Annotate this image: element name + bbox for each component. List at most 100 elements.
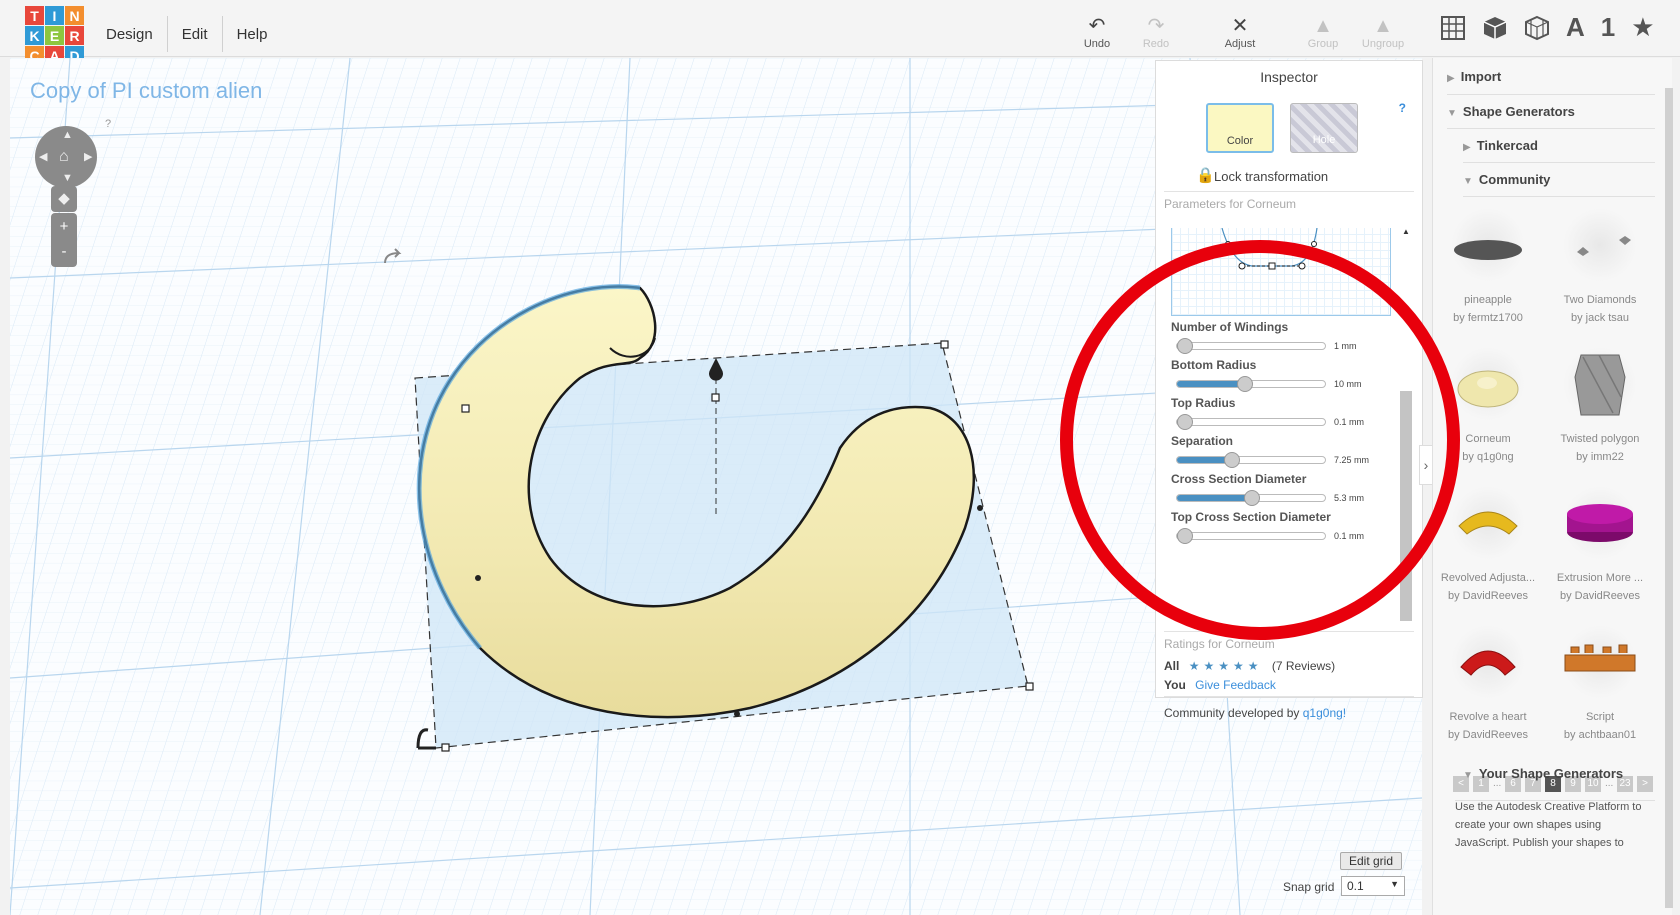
pan-up-icon[interactable]: ▲: [62, 129, 73, 141]
shape-card-pineapple[interactable]: pineapple by fermtz1700: [1433, 208, 1543, 338]
divider: [1164, 191, 1414, 192]
shape-card-revolved-adjustable[interactable]: Revolved Adjusta... by DavidReeves: [1433, 486, 1543, 616]
rating-stars[interactable]: ★★★★★: [1189, 659, 1263, 673]
shape-card-twisted-polygon[interactable]: Twisted polygon by imm22: [1545, 347, 1655, 477]
inspector-help-link[interactable]: ?: [1399, 101, 1406, 115]
shape-author: by DavidReeves: [1559, 590, 1641, 602]
logo-letter: E: [45, 26, 64, 45]
shape-card-extrusion-more[interactable]: Extrusion More ... by DavidReeves: [1545, 486, 1655, 616]
snap-grid-select[interactable]: 0.1 ▼: [1341, 876, 1405, 896]
chevron-right-icon: ▶: [1447, 73, 1455, 84]
number-tool-icon[interactable]: 1: [1601, 12, 1615, 43]
shape-author: by DavidReeves: [1447, 590, 1529, 602]
view-toolbar: A 1 ★: [1440, 12, 1655, 43]
shape-name: pineapple: [1464, 294, 1512, 306]
zoom-controls: + -: [51, 213, 77, 267]
red-highlight-circle: [1060, 240, 1460, 640]
ungroup-icon: ▲: [1373, 15, 1393, 37]
your-shape-generators-label: Your Shape Generators: [1478, 766, 1624, 781]
menu-help[interactable]: Help: [223, 16, 282, 52]
view-navigation-ring[interactable]: ▲ ▼ ◀ ▶ ⌂: [35, 126, 97, 188]
pan-right-icon[interactable]: ▶: [84, 150, 92, 163]
resize-handle[interactable]: [1025, 682, 1034, 691]
shape-name: Revolved Adjusta...: [1440, 572, 1536, 584]
sidebar-community-label: Community: [1478, 172, 1551, 187]
logo-letter: K: [25, 26, 44, 45]
shape-name: Two Diamonds: [1563, 294, 1637, 306]
resize-handle[interactable]: [441, 743, 450, 752]
star-icon[interactable]: ★: [1631, 12, 1654, 43]
divider: [1463, 196, 1655, 197]
shape-thumbnail: [1451, 347, 1525, 421]
hole-swatch-button[interactable]: Hole: [1290, 103, 1358, 153]
color-swatch-button[interactable]: Color: [1206, 103, 1274, 153]
edge-handle[interactable]: [734, 711, 740, 717]
wireframe-icon[interactable]: [1524, 15, 1550, 41]
grid-view-icon[interactable]: [1440, 15, 1466, 41]
pagination-button[interactable]: >: [1637, 776, 1653, 792]
shape-author: by imm22: [1576, 451, 1624, 463]
pan-left-icon[interactable]: ◀: [39, 150, 47, 163]
pan-down-icon[interactable]: ▼: [62, 172, 73, 184]
undo-label: Undo: [1083, 38, 1111, 50]
ortho-view-icon[interactable]: ◆: [51, 186, 77, 212]
zoom-out-button[interactable]: -: [51, 240, 77, 267]
tinkercad-logo[interactable]: T I N K E R C A D: [25, 6, 85, 66]
shape-thumbnail: [1451, 486, 1525, 560]
sidebar-import[interactable]: ▶ Import: [1447, 69, 1501, 84]
sidebar-community[interactable]: ▼ Community: [1463, 172, 1550, 187]
shape-card-script[interactable]: Script by achtbaan01: [1545, 625, 1655, 755]
divider: [1447, 94, 1655, 95]
edit-grid-button[interactable]: Edit grid: [1340, 852, 1403, 870]
logo-letter: I: [45, 6, 64, 25]
main-menu: Design Edit Help: [92, 16, 281, 52]
shape-name: Revolve a heart: [1449, 711, 1527, 723]
ratings-all-row: All ★★★★★ (7 Reviews): [1164, 659, 1335, 673]
chevron-down-icon: ▼: [1463, 176, 1473, 187]
nav-help-link[interactable]: ?: [105, 118, 111, 130]
text-tool-icon[interactable]: A: [1566, 12, 1585, 43]
shape-thumbnail: [1451, 208, 1525, 282]
sidebar-tinkercad[interactable]: ▶ Tinkercad: [1463, 138, 1538, 153]
community-author-link[interactable]: q1g0ng!: [1303, 706, 1346, 720]
chevron-down-icon: ▼: [1463, 770, 1473, 781]
shape-thumbnail: [1563, 208, 1637, 282]
resize-handle[interactable]: [940, 340, 949, 349]
lock-transformation-toggle[interactable]: 🔒 Lock transformation: [1196, 167, 1329, 184]
adjust-label: Adjust: [1224, 38, 1256, 50]
menu-edit[interactable]: Edit: [168, 16, 223, 52]
sidebar-your-shape-generators[interactable]: ▼ Your Shape Generators: [1463, 766, 1623, 781]
resize-handle[interactable]: [461, 404, 470, 413]
top-bar: T I N K E R C A D Design Edit Help ↶ Und…: [0, 0, 1680, 65]
home-view-icon[interactable]: ⌂: [59, 148, 69, 166]
sidebar-import-label: Import: [1460, 69, 1502, 84]
zoom-in-button[interactable]: +: [51, 213, 77, 240]
ungroup-button[interactable]: ▲ Ungroup: [1353, 14, 1413, 50]
redo-button[interactable]: ↷ Redo: [1126, 14, 1186, 50]
reviews-count: (7 Reviews): [1271, 659, 1336, 673]
undo-button[interactable]: ↶ Undo: [1067, 14, 1127, 50]
box-view-icon[interactable]: [1482, 15, 1508, 41]
lock-label: Lock transformation: [1214, 169, 1329, 184]
shape-author: by jack tsau: [1570, 312, 1630, 324]
chevron-down-icon: ▼: [1390, 879, 1399, 889]
shape-card-revolve-heart[interactable]: Revolve a heart by DavidReeves: [1433, 625, 1543, 755]
sidebar-shape-generators[interactable]: ▼ Shape Generators: [1447, 104, 1575, 119]
group-button[interactable]: ▲ Group: [1293, 14, 1353, 50]
resize-handle[interactable]: [711, 393, 720, 402]
give-feedback-link[interactable]: Give Feedback: [1195, 678, 1276, 692]
adjust-button[interactable]: ✕ Adjust: [1210, 14, 1270, 50]
community-text: Community developed by: [1164, 706, 1300, 720]
project-title[interactable]: Copy of PI custom alien: [30, 78, 262, 104]
scroll-up-icon[interactable]: ▲: [1402, 227, 1410, 236]
group-label: Group: [1307, 38, 1339, 50]
logo-letter: T: [25, 6, 44, 25]
edge-handle[interactable]: [977, 505, 983, 511]
chevron-down-icon: ▼: [1447, 108, 1457, 119]
shape-card-two-diamonds[interactable]: Two Diamonds by jack tsau: [1545, 208, 1655, 338]
edge-handle[interactable]: [475, 575, 481, 581]
shape-name: Twisted polygon: [1560, 433, 1640, 445]
sidebar-scrollbar[interactable]: [1665, 88, 1673, 908]
right-sidebar: ▶ Import ▼ Shape Generators ▶ Tinkercad ▼ Co…: [1432, 58, 1673, 915]
menu-design[interactable]: Design: [92, 16, 168, 52]
